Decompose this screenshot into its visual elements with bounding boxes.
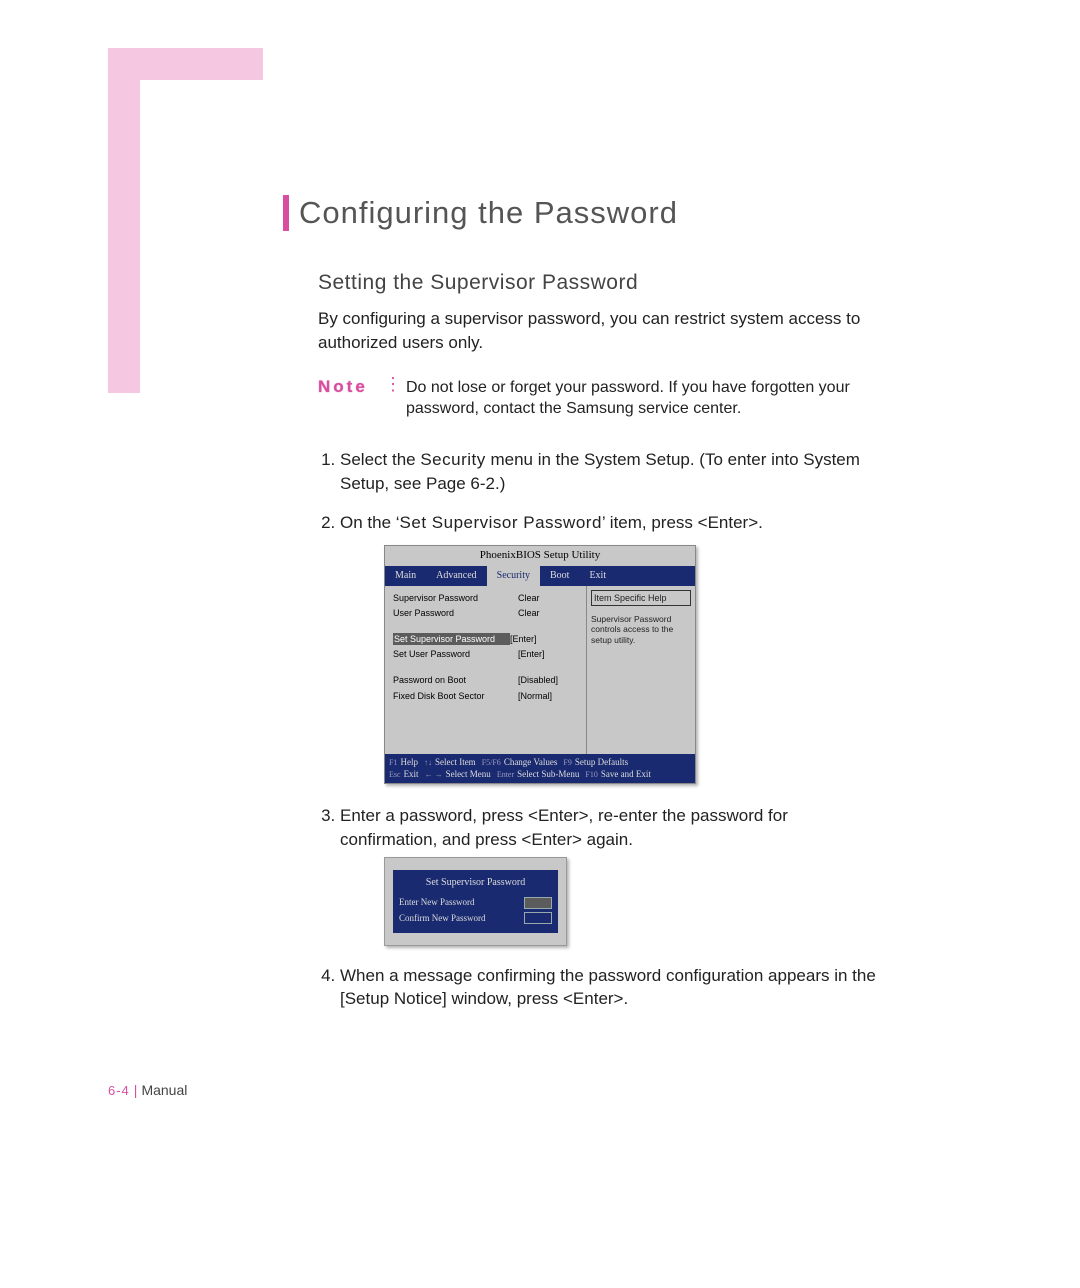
- bios-val-sup-pw: Clear: [518, 592, 540, 605]
- bios-val-pw-boot: [Disabled]: [518, 674, 558, 687]
- step-3: Enter a password, press <Enter>, re-ente…: [340, 804, 878, 946]
- step-1-text-a: Select the: [340, 450, 420, 469]
- bios-row-sup-pw: Supervisor Password: [393, 592, 518, 605]
- pwdlg-enter-label: Enter New Password: [399, 896, 524, 909]
- step-2-keyword: Set Supervisor Password: [400, 513, 602, 532]
- note-dots-icon: [384, 377, 402, 420]
- bios-tab-exit: Exit: [579, 566, 616, 586]
- bios-settings-panel: Supervisor PasswordClear User PasswordCl…: [385, 586, 586, 754]
- bios-key-esc: Esc: [389, 770, 404, 779]
- bios-screenshot: PhoenixBIOS Setup Utility Main Advanced …: [384, 545, 696, 784]
- step-1: Select the Security menu in the System S…: [340, 448, 878, 496]
- pwdlg-confirm-box: [524, 912, 552, 924]
- steps-list: Select the Security menu in the System S…: [318, 448, 878, 1011]
- decoration-vertical-bar: [108, 48, 140, 393]
- bios-val-set-sup: [Enter]: [510, 633, 537, 646]
- note-text: Do not lose or forget your password. If …: [402, 377, 878, 420]
- step-1-keyword: Security: [420, 450, 485, 469]
- decoration-horizontal-bar: [108, 48, 263, 80]
- bios-key-enter: Enter: [497, 770, 517, 779]
- section-subtitle: Setting the Supervisor Password: [318, 271, 878, 295]
- bios-utility-title: PhoenixBIOS Setup Utility: [385, 546, 695, 565]
- step-4-text: When a message confirming the password c…: [340, 966, 876, 1009]
- pwdlg-enter-box: [524, 897, 552, 909]
- note-block: Note Do not lose or forget your password…: [318, 377, 878, 420]
- bios-tabs: Main Advanced Security Boot Exit: [385, 566, 695, 586]
- bios-key-f5f6: F5/F6: [482, 758, 504, 767]
- bios-row-pw-boot: Password on Boot: [393, 674, 518, 687]
- bios-key-f1: F1: [389, 758, 400, 767]
- step-2-text-a: On the ‘: [340, 513, 400, 532]
- bios-help-text: Supervisor Password controls access to t…: [591, 614, 691, 645]
- bios-key-updn: ↑↓: [424, 758, 435, 767]
- password-dialog-screenshot: Set Supervisor Password Enter New Passwo…: [384, 857, 567, 945]
- bios-tab-security: Security: [487, 566, 540, 586]
- bios-val-fdbs: [Normal]: [518, 690, 552, 703]
- bios-foot-selmenu: Select Menu: [446, 769, 491, 779]
- page-footer: 6-4|Manual: [108, 1082, 187, 1098]
- bios-help-title: Item Specific Help: [591, 590, 691, 607]
- note-label: Note: [318, 377, 384, 420]
- bios-foot-selitem: Select Item: [435, 757, 476, 767]
- pwdlg-confirm-label: Confirm New Password: [399, 912, 524, 925]
- bios-foot-sub: Select Sub-Menu: [517, 769, 579, 779]
- step-2: On the ‘Set Supervisor Password’ item, p…: [340, 511, 878, 783]
- bios-row-set-usr: Set User Password: [393, 648, 518, 661]
- step-4: When a message confirming the password c…: [340, 964, 878, 1012]
- bios-tab-advanced: Advanced: [426, 566, 487, 586]
- bios-foot-defs: Setup Defaults: [575, 757, 628, 767]
- intro-text: By configuring a supervisor password, yo…: [318, 307, 878, 355]
- bios-footer: F1Help ↑↓Select Item F5/F6Change Values …: [385, 754, 695, 783]
- bios-val-usr-pw: Clear: [518, 607, 540, 620]
- bios-key-f9: F9: [563, 758, 574, 767]
- bios-val-set-usr: [Enter]: [518, 648, 545, 661]
- footer-label: Manual: [141, 1082, 187, 1098]
- bios-foot-save: Save and Exit: [601, 769, 651, 779]
- bios-foot-exit: Exit: [404, 769, 419, 779]
- bios-row-usr-pw: User Password: [393, 607, 518, 620]
- page-title: Configuring the Password: [283, 195, 878, 231]
- bios-foot-chg: Change Values: [504, 757, 558, 767]
- step-2-text-c: ’ item, press <Enter>.: [602, 513, 763, 532]
- bios-tab-boot: Boot: [540, 566, 579, 586]
- pwdlg-title: Set Supervisor Password: [399, 876, 552, 890]
- bios-help-panel: Item Specific Help Supervisor Password c…: [586, 586, 695, 754]
- bios-key-f10: F10: [585, 770, 600, 779]
- step-3-text: Enter a password, press <Enter>, re-ente…: [340, 806, 788, 849]
- bios-key-lr: ← →: [425, 770, 446, 779]
- page-number: 6-4: [108, 1083, 130, 1098]
- bios-row-fdbs: Fixed Disk Boot Sector: [393, 690, 518, 703]
- page-content: Configuring the Password Setting the Sup…: [283, 195, 878, 1027]
- bios-foot-help: Help: [400, 757, 418, 767]
- bios-row-set-sup: Set Supervisor Password: [393, 633, 510, 646]
- bios-tab-main: Main: [385, 566, 426, 586]
